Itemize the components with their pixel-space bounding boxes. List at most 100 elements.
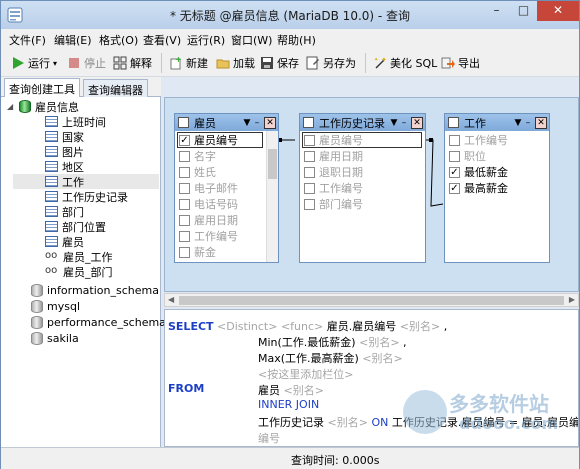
close-button[interactable]: ✕ [537, 1, 579, 21]
field-checkbox[interactable] [304, 166, 315, 178]
dropdown-icon[interactable]: ▼ [389, 118, 399, 128]
menu-format[interactable]: 格式(O) [99, 32, 138, 48]
field-checkbox[interactable] [179, 230, 190, 242]
canvas-hscrollbar[interactable]: ◀ ▶ [164, 293, 579, 307]
field-row[interactable]: 薪金 [179, 244, 216, 260]
sql-add-column[interactable]: <按这里添加栏位> [258, 366, 353, 382]
field-row[interactable]: 工作编号 [449, 132, 508, 148]
menu-help[interactable]: 帮助(H) [277, 32, 316, 48]
menu-window[interactable]: 窗口(W) [231, 32, 272, 48]
menu-run[interactable]: 运行(R) [187, 32, 225, 48]
sql-distinct-hint[interactable]: <Distinct> [217, 320, 277, 333]
scroll-right-icon[interactable]: ▶ [569, 294, 575, 306]
dropdown-icon[interactable]: ▼ [513, 118, 523, 128]
collapse-icon[interactable]: ◢ [7, 102, 15, 111]
dropdown-icon[interactable]: ▼ [242, 118, 252, 128]
tree-table[interactable]: 地区 [45, 159, 84, 174]
field-row[interactable]: 工作编号 [179, 228, 238, 244]
field-row[interactable]: 电话号码 [179, 196, 238, 212]
menu-edit[interactable]: 编辑(E) [54, 32, 92, 48]
field-row[interactable]: 电子邮件 [179, 180, 238, 196]
new-button[interactable]: + 新建 [169, 54, 208, 72]
tree-db[interactable]: performance_schema [31, 315, 166, 330]
field-row[interactable]: 职位 [449, 148, 486, 164]
tree-db[interactable]: information_schema [31, 283, 159, 298]
sql-add-column-hint[interactable]: <按这里添加栏位> [258, 368, 353, 381]
scroll-thumb[interactable] [179, 296, 564, 305]
field-checkbox[interactable] [449, 150, 460, 162]
field-checkbox[interactable]: ✓ [449, 182, 460, 194]
save-as-button[interactable]: 另存为 [306, 54, 356, 72]
close-icon[interactable]: ✕ [411, 116, 423, 129]
run-button[interactable]: 运行 ▾ [11, 54, 57, 72]
field-checkbox[interactable] [304, 182, 315, 194]
close-icon[interactable]: ✕ [264, 116, 276, 129]
tab-query-editor[interactable]: 查询编辑器 [83, 79, 148, 97]
field-checkbox[interactable] [179, 246, 190, 258]
tree-table-selected[interactable]: 工作 [13, 174, 159, 189]
sql-alias-hint[interactable]: <别名> [400, 320, 440, 333]
field-checkbox[interactable] [179, 214, 190, 226]
sql-table[interactable]: 工作历史记录 [258, 416, 324, 429]
table-box-employee[interactable]: 雇员 ▼ – ✕ ✓ 雇员编号 名字 姓氏 电子邮件 电话号码 雇用日期 工作编号… [174, 113, 279, 263]
stop-button[interactable]: 停止 [67, 54, 106, 72]
beautify-sql-button[interactable]: ✦ ✦ 美化 SQL [373, 54, 437, 72]
load-button[interactable]: 加载 [216, 54, 255, 72]
close-icon[interactable]: ✕ [535, 116, 547, 129]
sql-alias-hint[interactable]: <别名> [362, 352, 402, 365]
query-design-canvas[interactable]: 雇员 ▼ – ✕ ✓ 雇员编号 名字 姓氏 电子邮件 电话号码 雇用日期 工作编号… [164, 97, 579, 292]
sql-alias-hint[interactable]: <别名> [328, 416, 368, 429]
field-row[interactable]: 雇用日期 [179, 212, 238, 228]
sql-column[interactable]: 雇员.雇员编号 [327, 320, 397, 333]
select-all-checkbox[interactable] [448, 117, 459, 128]
tree-table[interactable]: 部门 [45, 204, 84, 219]
field-row[interactable]: 退职日期 [304, 164, 363, 180]
explain-button[interactable]: 解释 [113, 54, 152, 72]
tree-table[interactable]: 上班时间 [45, 114, 106, 129]
sql-column[interactable]: Max(工作.最高薪金) [258, 352, 359, 365]
field-checkbox[interactable] [304, 198, 315, 210]
field-row[interactable]: ✓ 最高薪金 [449, 180, 508, 196]
tree-table[interactable]: 工作历史记录 [45, 189, 128, 204]
field-checkbox[interactable] [304, 150, 315, 162]
field-row[interactable]: 工作编号 [304, 180, 363, 196]
tree-db-current[interactable]: ◢ 雇员信息 [7, 99, 79, 114]
field-checkbox[interactable] [449, 134, 460, 146]
sql-alias-hint[interactable]: <别名> [284, 384, 324, 397]
minimize-icon[interactable]: – [399, 118, 409, 128]
sql-alias-hint[interactable]: <别名> [359, 336, 399, 349]
field-row[interactable]: 雇用日期 [304, 148, 363, 164]
tree-db[interactable]: mysql [31, 299, 80, 314]
select-all-checkbox[interactable] [178, 117, 189, 128]
minimize-icon[interactable]: – [523, 118, 533, 128]
sql-join-keyword[interactable]: INNER JOIN [258, 398, 319, 411]
export-button[interactable]: 导出 [441, 54, 480, 72]
minimize-icon[interactable]: – [252, 118, 262, 128]
tree-table[interactable]: 部门位置 [45, 219, 106, 234]
sql-func-hint[interactable]: <func> [281, 320, 323, 333]
maximize-button[interactable]: □ [510, 1, 537, 21]
field-row[interactable]: 姓氏 [179, 164, 216, 180]
sql-column[interactable]: Min(工作.最低薪金) [258, 336, 356, 349]
field-row[interactable]: 部门编号 [304, 196, 363, 212]
save-button[interactable]: 保存 [260, 54, 299, 72]
tree-view[interactable]: oo 雇员_工作 [45, 249, 113, 264]
field-checkbox[interactable]: ✓ [449, 166, 460, 178]
field-checkbox[interactable] [179, 182, 190, 194]
tree-db[interactable]: sakila [31, 331, 79, 346]
table-box-scrollbar[interactable] [266, 131, 278, 262]
table-box-job-history[interactable]: 工作历史记录 ▼ – ✕ 雇员编号 雇用日期 退职日期 工作编号 部门编号 [299, 113, 426, 263]
select-all-checkbox[interactable] [303, 117, 314, 128]
tree-table[interactable]: 国家 [45, 129, 84, 144]
field-checkbox[interactable] [179, 150, 190, 162]
menu-file[interactable]: 文件(F) [9, 32, 46, 48]
field-checkbox[interactable] [179, 166, 190, 178]
table-box-job[interactable]: 工作 ▼ – ✕ 工作编号 职位 ✓ 最低薪金 ✓ 最高薪金 [444, 113, 550, 263]
scroll-thumb[interactable] [268, 149, 277, 179]
tree-table[interactable]: 雇员 [45, 234, 84, 249]
sql-table[interactable]: 雇员 [258, 384, 280, 397]
scroll-left-icon[interactable]: ◀ [168, 294, 174, 306]
field-row[interactable]: ✓ 最低薪金 [449, 164, 508, 180]
field-checkbox[interactable] [179, 198, 190, 210]
menu-view[interactable]: 查看(V) [143, 32, 181, 48]
